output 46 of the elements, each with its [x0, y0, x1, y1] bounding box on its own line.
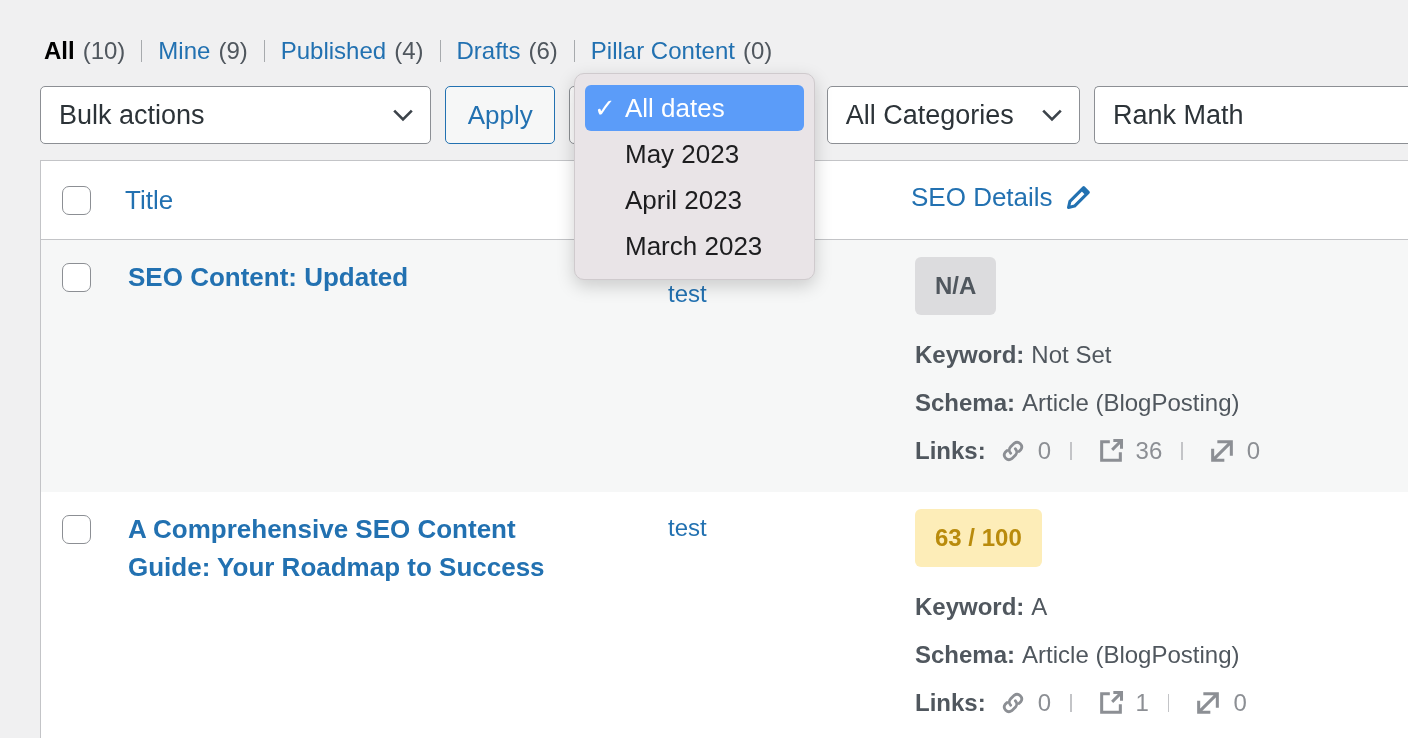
- row-checkbox[interactable]: [62, 263, 91, 292]
- categories-select[interactable]: All Categories: [826, 86, 1081, 144]
- keyword-label: Keyword:: [915, 341, 1025, 369]
- select-all-checkbox[interactable]: [62, 185, 91, 215]
- links-label: Links:: [915, 689, 986, 717]
- row-checkbox[interactable]: [62, 515, 91, 544]
- schema-label: Schema:: [915, 389, 1016, 417]
- external-links-count: 36: [1135, 437, 1163, 465]
- keyword-value: A: [1031, 593, 1048, 621]
- date-option[interactable]: ✓ All dates: [585, 85, 804, 131]
- status-filter-link[interactable]: Published: [280, 37, 387, 65]
- incoming-links-count: 0: [1246, 437, 1261, 465]
- status-filter-link[interactable]: All: [44, 37, 75, 65]
- apply-button[interactable]: Apply: [445, 86, 556, 144]
- external-links-count: 1: [1135, 689, 1149, 717]
- schema-label: Schema:: [915, 641, 1016, 669]
- status-filter-link[interactable]: Pillar Content: [590, 37, 735, 65]
- internal-links-count: 0: [1037, 689, 1052, 717]
- seo-score-badge: 63 / 100: [915, 509, 1042, 567]
- incoming-links-count: 0: [1233, 689, 1247, 717]
- status-filter-link[interactable]: Drafts: [456, 37, 521, 65]
- chevron-down-icon: [392, 108, 415, 122]
- seo-score-badge: N/A: [915, 257, 997, 315]
- column-header[interactable]: Title: [125, 184, 174, 215]
- internal-links-count: 0: [1037, 437, 1052, 465]
- chevron-down-icon: [1041, 108, 1064, 122]
- status-filter-link[interactable]: Mine: [158, 37, 211, 65]
- links-label: Links:: [915, 437, 986, 465]
- status-count: (4): [394, 37, 424, 65]
- author-link[interactable]: test: [668, 492, 911, 542]
- keyword-label: Keyword:: [915, 593, 1025, 621]
- filter-field[interactable]: Rank Math: [1094, 86, 1408, 144]
- post-title-link[interactable]: A Comprehensive SEO Content Guide: Your Roadmap to Success: [125, 492, 588, 586]
- status-count: (9): [218, 37, 248, 65]
- schema-value: Article (BlogPosting): [1022, 389, 1240, 417]
- date-option[interactable]: April 2023: [585, 177, 804, 223]
- status-count: (0): [742, 37, 773, 65]
- keyword-value: Not Set: [1031, 341, 1112, 369]
- pencil-icon[interactable]: [1064, 183, 1093, 211]
- bulk-actions-select[interactable]: Bulk actions: [40, 86, 432, 144]
- schema-value: Article (BlogPosting): [1022, 641, 1240, 669]
- date-option[interactable]: March 2023: [585, 223, 804, 269]
- status-count: (6): [528, 37, 558, 65]
- column-header[interactable]: SEO Details: [911, 181, 1053, 213]
- date-option[interactable]: May 2023: [585, 131, 804, 177]
- status-count: (10): [82, 37, 126, 65]
